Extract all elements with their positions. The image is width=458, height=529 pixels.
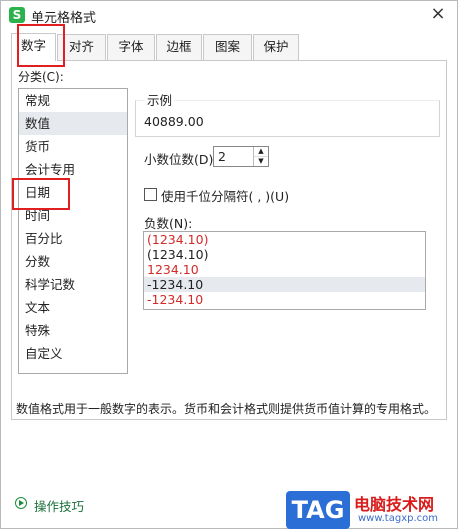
title-bar: S 单元格格式 ×	[1, 1, 457, 29]
negative-item[interactable]: 1234.10	[144, 262, 425, 277]
format-description: 数值格式用于一般数字的表示。货币和会计格式则提供货币值计算的专用格式。	[16, 402, 437, 416]
decimal-places-value[interactable]: 2	[218, 149, 226, 164]
wps-app-icon: S	[9, 7, 25, 23]
operation-tips-label[interactable]: 操作技巧	[34, 496, 84, 515]
category-item-date[interactable]: 日期	[19, 181, 127, 204]
sample-label: 示例	[145, 90, 175, 109]
sample-value: 40889.00	[144, 114, 204, 129]
watermark-logo: TAG	[286, 491, 350, 529]
category-item-accounting[interactable]: 会计专用	[19, 158, 127, 181]
negative-item[interactable]: (1234.10)	[144, 247, 425, 262]
category-item-special[interactable]: 特殊	[19, 319, 127, 342]
category-item-text[interactable]: 文本	[19, 296, 127, 319]
negative-numbers-label: 负数(N):	[144, 216, 193, 231]
tab-font[interactable]: 字体	[107, 34, 155, 60]
category-item-general[interactable]: 常规	[19, 89, 127, 112]
category-item-fraction[interactable]: 分数	[19, 250, 127, 273]
category-label: 分类(C):	[18, 70, 64, 84]
negative-numbers-list[interactable]: (1234.10) (1234.10) 1234.10 -1234.10 -12…	[143, 231, 426, 310]
negative-item[interactable]: (1234.10)	[144, 232, 425, 247]
negative-item-selected[interactable]: -1234.10	[144, 277, 425, 292]
spin-up-icon[interactable]: ▲	[254, 147, 268, 157]
spin-down-icon[interactable]: ▼	[254, 157, 268, 166]
play-circle-icon	[15, 497, 27, 509]
thousands-separator-label[interactable]: 使用千位分隔符( , )(U)	[161, 186, 289, 205]
watermark-name: 电脑技术网	[354, 495, 435, 514]
category-item-time[interactable]: 时间	[19, 204, 127, 227]
thousands-separator-checkbox[interactable]	[144, 188, 157, 201]
category-item-number[interactable]: 数值	[19, 112, 127, 135]
tab-protection[interactable]: 保护	[253, 34, 299, 60]
format-cells-dialog: S 单元格格式 × 数字 对齐 字体 边框 图案 保护 分类(C): 常规 数值…	[0, 0, 458, 529]
category-item-scientific[interactable]: 科学记数	[19, 273, 127, 296]
tab-border[interactable]: 边框	[156, 34, 202, 60]
tab-pattern[interactable]: 图案	[203, 34, 252, 60]
spin-buttons: ▲ ▼	[253, 147, 268, 166]
watermark: TAG 电脑技术网 www.tagxp.com	[286, 487, 458, 529]
category-item-custom[interactable]: 自定义	[19, 342, 127, 365]
close-icon[interactable]: ×	[429, 5, 447, 23]
negative-item[interactable]: -1234.10	[144, 292, 425, 307]
decimal-places-label: 小数位数(D):	[144, 152, 218, 167]
category-item-percentage[interactable]: 百分比	[19, 227, 127, 250]
dialog-title: 单元格格式	[31, 11, 97, 26]
watermark-url: www.tagxp.com	[358, 513, 438, 524]
tab-alignment[interactable]: 对齐	[57, 34, 106, 60]
decimal-places-stepper[interactable]: 2 ▲ ▼	[213, 146, 269, 167]
category-item-currency[interactable]: 货币	[19, 135, 127, 158]
tab-number[interactable]: 数字	[11, 33, 56, 61]
category-list[interactable]: 常规 数值 货币 会计专用 日期 时间 百分比 分数 科学记数 文本 特殊 自定…	[18, 88, 128, 374]
